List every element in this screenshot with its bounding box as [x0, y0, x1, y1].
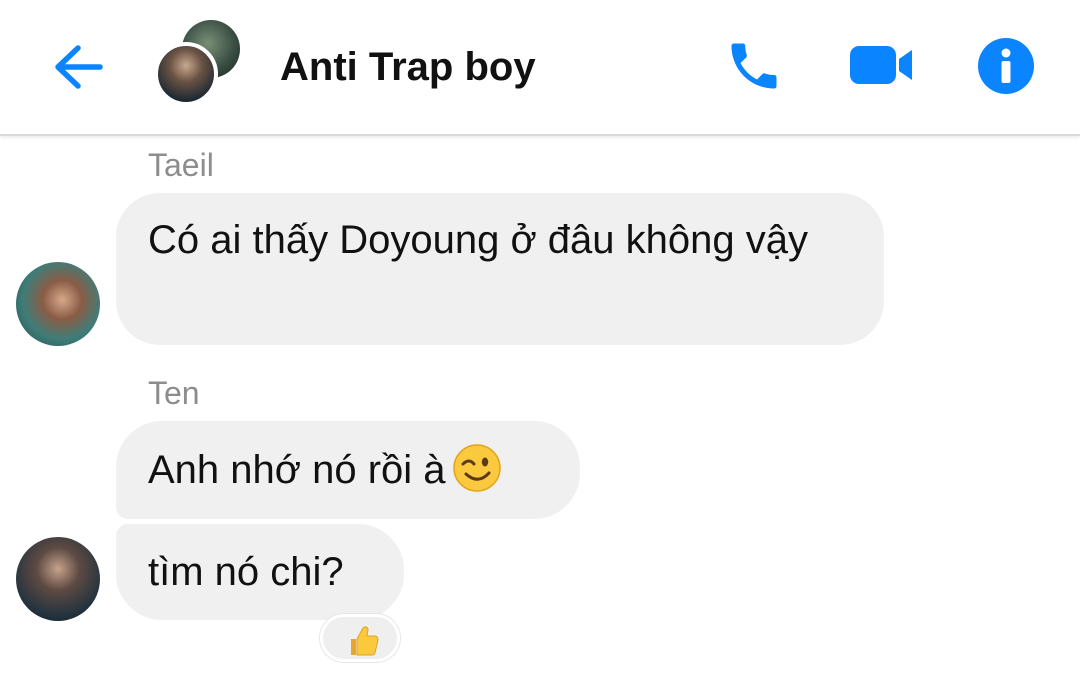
message-bubble[interactable]: tìm nó chi? [116, 524, 404, 620]
info-icon[interactable] [976, 36, 1036, 96]
reaction-badge[interactable] [320, 614, 400, 662]
sender-name: Ten [148, 375, 200, 411]
member-avatar-front [154, 42, 218, 106]
message-bubble[interactable]: Có ai thấy Doyoung ở đâu không vậy [116, 193, 884, 345]
video-camera-icon[interactable] [848, 40, 914, 90]
thumbs-up-emoji-icon [351, 626, 379, 656]
message-text: Anh nhớ nó rồi à [148, 448, 446, 492]
message-bubble[interactable]: Anh nhớ nó rồi à [116, 421, 580, 519]
group-avatar[interactable] [154, 20, 250, 112]
phone-icon[interactable] [724, 36, 784, 96]
chat-title[interactable]: Anti Trap boy [280, 42, 536, 92]
wink-emoji-icon [452, 444, 501, 493]
avatar[interactable] [16, 537, 100, 621]
message-text: tìm nó chi? [148, 550, 344, 594]
chat-header: Anti Trap boy [0, 0, 1080, 136]
avatar[interactable] [16, 262, 100, 346]
sender-name: Taeil [148, 147, 214, 183]
back-arrow-icon[interactable] [50, 38, 108, 96]
message-text: Có ai thấy Doyoung ở đâu không vậy [148, 218, 808, 262]
